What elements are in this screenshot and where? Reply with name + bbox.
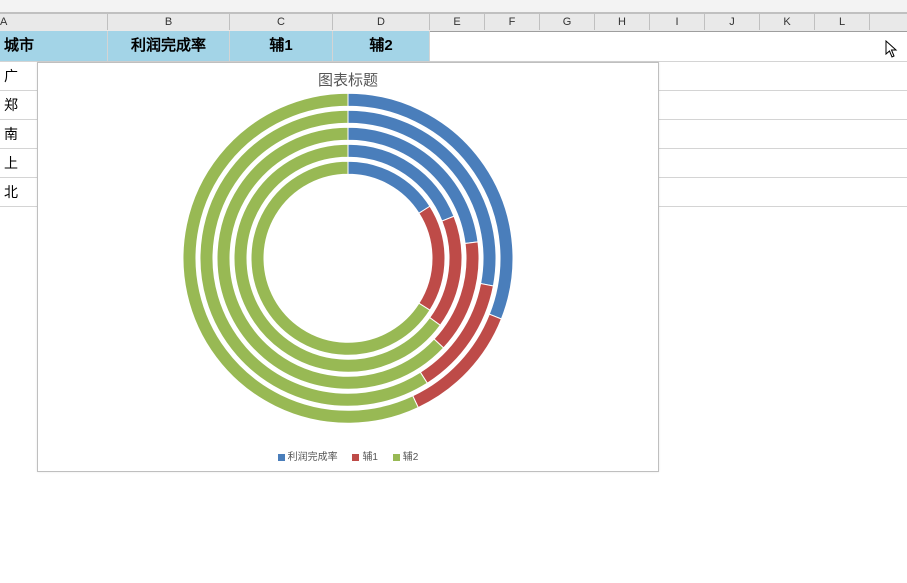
col-header-A[interactable]: A <box>0 14 108 30</box>
legend-item-aux2: 辅2 <box>393 448 419 463</box>
embedded-chart[interactable]: 图表标题 利润完成率 辅1 辅2 <box>37 62 659 472</box>
col-header-L[interactable]: L <box>815 14 870 30</box>
col-header-C[interactable]: C <box>230 14 333 30</box>
header-rate[interactable]: 利润完成率 <box>108 31 230 61</box>
doughnut-chart-svg <box>168 78 528 438</box>
column-headers: A B C D E F G H I J K L <box>0 13 907 32</box>
chart-plot-area <box>168 78 528 441</box>
header-aux2[interactable]: 辅2 <box>333 31 430 61</box>
col-header-J[interactable]: J <box>705 14 760 30</box>
col-header-G[interactable]: G <box>540 14 595 30</box>
col-header-H[interactable]: H <box>595 14 650 30</box>
col-header-E[interactable]: E <box>430 14 485 30</box>
col-header-I[interactable]: I <box>650 14 705 30</box>
legend-label: 利润完成率 <box>288 452 338 463</box>
col-header-F[interactable]: F <box>485 14 540 30</box>
legend-item-rate: 利润完成率 <box>278 448 338 463</box>
col-header-K[interactable]: K <box>760 14 815 30</box>
header-aux1[interactable]: 辅1 <box>230 31 333 61</box>
table-header-row: 城市 利润完成率 辅1 辅2 <box>0 31 907 62</box>
ring-segment[interactable] <box>419 206 445 310</box>
legend-swatch-red <box>352 454 359 461</box>
legend-swatch-green <box>393 454 400 461</box>
col-header-B[interactable]: B <box>108 14 230 30</box>
col-header-D[interactable]: D <box>333 14 430 30</box>
legend-swatch-blue <box>278 454 285 461</box>
legend-label: 辅2 <box>403 452 419 463</box>
header-city[interactable]: 城市 <box>0 31 108 61</box>
legend-item-aux1: 辅1 <box>352 448 378 463</box>
formula-bar-strip <box>0 0 907 13</box>
legend-label: 辅1 <box>362 452 378 463</box>
chart-legend: 利润完成率 辅1 辅2 <box>38 448 658 463</box>
